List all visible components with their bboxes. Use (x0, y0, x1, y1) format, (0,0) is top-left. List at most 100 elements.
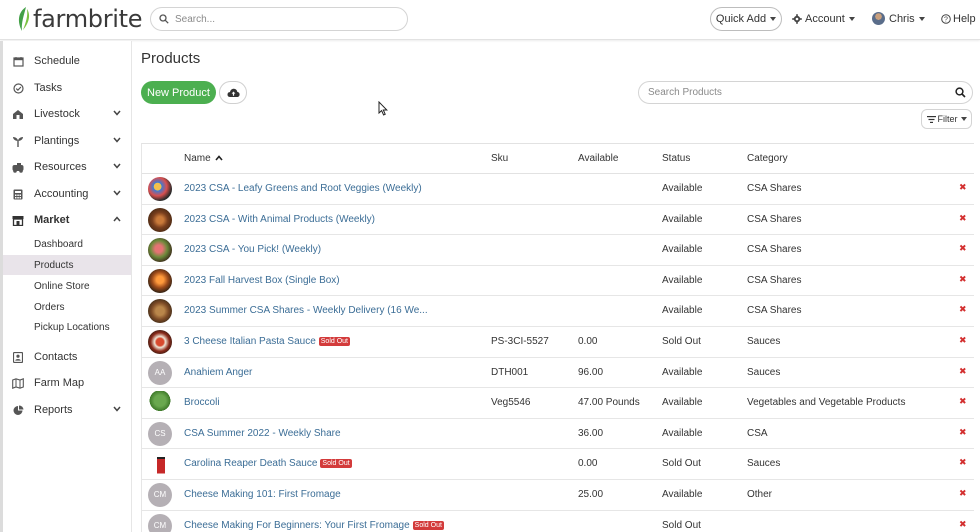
product-name-link[interactable]: Anahiem Anger (184, 367, 252, 378)
table-row[interactable]: 2023 Fall Harvest Box (Single Box) Availa… (142, 266, 974, 297)
table-row[interactable]: AA Anahiem Anger DTH001 96.00 Available Sauce… (142, 358, 974, 389)
top-navbar: farmbrite Search... Quick Add Account Ch… (0, 0, 980, 40)
leaf-logo-icon (18, 7, 30, 31)
mouse-pointer-icon (378, 101, 388, 116)
delete-icon[interactable]: ✖ (959, 243, 967, 254)
product-name-link[interactable]: Carolina Reaper Death Sauce Sold Out (184, 458, 352, 469)
table-row[interactable]: Broccoli Veg5546 47.00 Pounds Available Vege… (142, 388, 974, 419)
table-row[interactable]: Carolina Reaper Death Sauce Sold Out 0.00 S… (142, 449, 974, 480)
filter-button[interactable]: Filter (921, 109, 972, 129)
global-search-input[interactable]: Search... (150, 7, 408, 31)
delete-icon[interactable]: ✖ (959, 274, 967, 285)
livestock-icon (12, 108, 24, 120)
help-link[interactable]: ? Help (941, 13, 976, 25)
product-thumbnail (148, 391, 172, 416)
delete-icon[interactable]: ✖ (959, 366, 967, 377)
gear-icon (792, 14, 802, 24)
product-name-link[interactable]: 2023 CSA - You Pick! (Weekly) (184, 244, 321, 255)
category-cell: CSA (747, 427, 768, 439)
sidebar-item-market[interactable]: Market (12, 210, 127, 230)
table-row[interactable]: CS CSA Summer 2022 - Weekly Share 36.00 Ava… (142, 419, 974, 450)
sidebar-subitem-pickup-locations[interactable]: Pickup Locations (3, 317, 131, 337)
available-cell: 47.00 Pounds (578, 397, 640, 409)
new-product-button[interactable]: New Product (141, 81, 216, 104)
sidebar-item-accounting[interactable]: Accounting (12, 184, 127, 204)
table-row[interactable]: 2023 CSA - Leafy Greens and Root Veggies… (142, 174, 974, 205)
product-search-input[interactable]: Search Products (638, 81, 973, 104)
delete-icon[interactable]: ✖ (959, 519, 967, 530)
sort-ascending-icon (215, 155, 224, 161)
table-body: 2023 CSA - Leafy Greens and Root Veggies… (142, 174, 974, 532)
sidebar-subitem-products[interactable]: Products (3, 255, 131, 275)
available-cell: 25.00 (578, 488, 604, 500)
table-row[interactable]: 2023 Summer CSA Shares - Weekly Delivery… (142, 296, 974, 327)
column-header-available[interactable]: Available (578, 153, 618, 164)
table-row[interactable]: CM Cheese Making For Beginners: Your Firs… (142, 511, 974, 532)
sidebar-item-label: Tasks (34, 82, 63, 94)
quick-add-label: Quick Add (715, 13, 767, 25)
quick-add-button[interactable]: Quick Add (710, 7, 782, 31)
product-name-link[interactable]: 3 Cheese Italian Pasta Sauce Sold Out (184, 336, 351, 347)
calendar-icon (12, 55, 24, 67)
delete-icon[interactable]: ✖ (959, 457, 967, 468)
product-name-link[interactable]: Cheese Making 101: First Fromage (184, 489, 341, 500)
product-name-link[interactable]: 2023 Fall Harvest Box (Single Box) (184, 275, 340, 286)
sidebar-item-livestock[interactable]: Livestock (12, 104, 127, 124)
column-header-name[interactable]: Name (184, 153, 224, 164)
global-search-placeholder: Search... (175, 13, 216, 25)
cloud-upload-icon (227, 88, 240, 97)
column-header-status[interactable]: Status (662, 153, 690, 164)
sidebar-item-label: Resources (34, 161, 87, 173)
product-name-text: CSA Summer 2022 - Weekly Share (184, 427, 341, 439)
sidebar-item-plantings[interactable]: Plantings (12, 131, 127, 151)
status-cell: Available (662, 305, 703, 317)
delete-icon[interactable]: ✖ (959, 427, 967, 438)
sidebar-item-label: Reports (34, 404, 73, 416)
sidebar-item-contacts[interactable]: Contacts (12, 347, 127, 367)
sidebar-item-farm-map[interactable]: Farm Map (12, 373, 127, 393)
column-header-category[interactable]: Category (747, 153, 788, 164)
product-search-placeholder: Search Products (648, 87, 722, 98)
farmbrite-logo[interactable]: farmbrite (16, 5, 143, 33)
sidebar-subitem-online-store[interactable]: Online Store (3, 276, 131, 296)
product-name-link[interactable]: 2023 CSA - Leafy Greens and Root Veggies… (184, 183, 422, 194)
caret-down-icon (770, 17, 777, 21)
product-thumbnail: AA (148, 360, 172, 385)
available-cell: 36.00 (578, 427, 604, 439)
status-cell: Sold Out (662, 458, 701, 470)
sidebar-item-schedule[interactable]: Schedule (12, 51, 127, 71)
product-thumbnail: CM (148, 482, 172, 507)
sidebar-subitem-orders[interactable]: Orders (3, 297, 131, 317)
delete-icon[interactable]: ✖ (959, 488, 967, 499)
delete-icon[interactable]: ✖ (959, 396, 967, 407)
category-cell: Sauces (747, 366, 781, 378)
product-name-link[interactable]: 2023 CSA - With Animal Products (Weekly) (184, 214, 375, 225)
product-name-link[interactable]: CSA Summer 2022 - Weekly Share (184, 428, 341, 439)
table-row[interactable]: 2023 CSA - With Animal Products (Weekly)… (142, 205, 974, 236)
sprout-icon (12, 135, 24, 147)
sold-out-badge: Sold Out (412, 520, 444, 530)
chevron-up-icon (113, 216, 121, 222)
table-row[interactable]: 2023 CSA - You Pick! (Weekly) Available CS… (142, 235, 974, 266)
caret-down-icon (848, 17, 855, 21)
sidebar-item-reports[interactable]: Reports (12, 400, 127, 420)
sidebar-item-resources[interactable]: Resources (12, 157, 127, 177)
search-icon (159, 14, 169, 24)
product-name-link[interactable]: Broccoli (184, 397, 220, 408)
sidebar-subitem-dashboard[interactable]: Dashboard (3, 234, 131, 254)
product-name-link[interactable]: Cheese Making For Beginners: Your First … (184, 520, 444, 531)
user-menu[interactable]: Chris (872, 12, 925, 25)
column-header-sku[interactable]: Sku (491, 153, 508, 164)
sidebar-item-tasks[interactable]: Tasks (12, 78, 127, 98)
delete-icon[interactable]: ✖ (959, 335, 967, 346)
product-name-text: 2023 Summer CSA Shares - Weekly Delivery… (184, 305, 428, 317)
delete-icon[interactable]: ✖ (959, 182, 967, 193)
table-row[interactable]: 3 Cheese Italian Pasta Sauce Sold Out PS-3… (142, 327, 974, 358)
account-menu[interactable]: Account (792, 13, 855, 25)
product-name-link[interactable]: 2023 Summer CSA Shares - Weekly Delivery… (184, 305, 428, 316)
import-button[interactable] (219, 81, 247, 104)
delete-icon[interactable]: ✖ (959, 213, 967, 224)
table-row[interactable]: CM Cheese Making 101: First Fromage 25.00 A… (142, 480, 974, 511)
search-icon[interactable] (955, 87, 966, 98)
delete-icon[interactable]: ✖ (959, 304, 967, 315)
